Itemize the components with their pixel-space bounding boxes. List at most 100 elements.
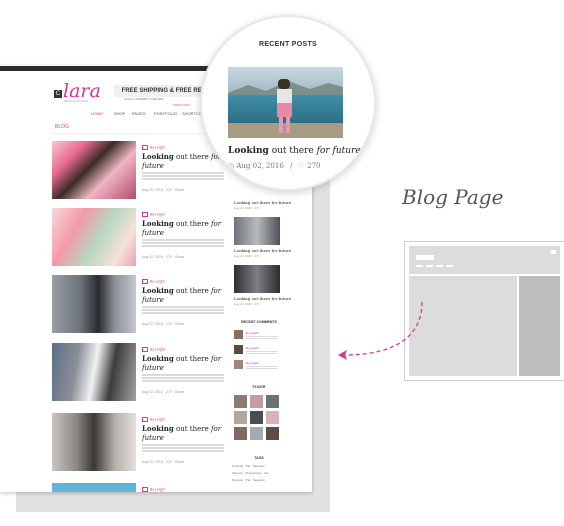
post-category[interactable]: By Leight: [142, 487, 165, 492]
flickr-photo[interactable]: [234, 411, 247, 424]
post-item[interactable]: By Leight: [52, 483, 227, 492]
breadcrumb[interactable]: BLOG: [55, 124, 69, 130]
post-thumbnail[interactable]: [52, 413, 136, 471]
page-label: Blog Page: [402, 185, 504, 209]
post-excerpt: [142, 444, 224, 446]
comment-text: [246, 351, 278, 352]
post-excerpt: [142, 172, 224, 174]
dashed-arrow: [338, 301, 423, 360]
post-item[interactable]: By Leight Looking out there for future Au…: [52, 343, 227, 401]
post-category[interactable]: By Leight: [142, 212, 165, 217]
folder-icon: [142, 347, 148, 352]
heart-icon[interactable]: ♡: [299, 162, 305, 170]
post-item[interactable]: By Leight Looking out there for future Au…: [52, 141, 227, 199]
post-thumbnail[interactable]: [52, 141, 136, 199]
featured-post-meta: ◷ Aug 02, 2016 / ♡ 270: [228, 162, 321, 170]
tag[interactable]: Prodotto: [232, 478, 243, 482]
folder-icon: [142, 417, 148, 422]
post-title[interactable]: Looking out there for future: [142, 354, 222, 373]
wireframe-nav-item: [436, 265, 443, 267]
folder-icon: [142, 487, 148, 492]
folder-icon: [142, 212, 148, 217]
flickr-heading: FLICKR: [252, 385, 266, 389]
clock-icon: ◷: [228, 162, 235, 170]
post-excerpt: [142, 306, 224, 308]
tag-row: Prodotto Pai Sigaretto: [232, 464, 265, 468]
tag[interactable]: Pai: [246, 464, 250, 468]
logo-tagline: SEW FASHION: [64, 99, 89, 103]
post-title[interactable]: Looking out there for future: [142, 152, 222, 171]
tag[interactable]: Sigaretto: [253, 464, 265, 468]
flickr-photo[interactable]: [250, 427, 263, 440]
wireframe-nav-item: [446, 265, 453, 267]
nav-item-portfolio[interactable]: PORTFOLIO: [154, 111, 177, 116]
flickr-photo[interactable]: [266, 395, 279, 408]
comment-text: [246, 366, 278, 367]
tag[interactable]: Ate: [264, 471, 269, 475]
post-thumbnail[interactable]: [52, 343, 136, 401]
recent-posts-heading: RECENT POSTS: [258, 41, 318, 48]
nav-item-shop[interactable]: SHOP: [114, 111, 125, 116]
wireframe-nav-item: [416, 265, 423, 267]
flickr-photo[interactable]: [234, 427, 247, 440]
nav-item-home[interactable]: HOME: [91, 111, 103, 116]
comment-item[interactable]: By Leight: [234, 330, 284, 342]
sidebar-post-meta: Aug 02, 2016 · 270: [234, 254, 260, 258]
sidebar-post-title[interactable]: Looking out there for future: [234, 296, 291, 301]
flickr-photo[interactable]: [266, 411, 279, 424]
post-thumbnail[interactable]: [52, 275, 136, 333]
sidebar-post-meta: Aug 02, 2016 · 270: [234, 206, 260, 210]
tag[interactable]: Prodotto: [232, 464, 243, 468]
avatar: [234, 330, 243, 339]
flickr-photo[interactable]: [250, 395, 263, 408]
flickr-photo[interactable]: [266, 427, 279, 440]
post-item[interactable]: By Leight Looking out there for future Au…: [52, 208, 227, 266]
tag[interactable]: Sigaretto: [253, 478, 265, 482]
post-thumbnail[interactable]: [52, 208, 136, 266]
post-category[interactable]: By Leight: [142, 279, 165, 284]
post-meta: Aug 02, 2016 · 270 · Share: [142, 460, 185, 464]
flickr-photo[interactable]: [234, 395, 247, 408]
flickr-gallery: [234, 395, 280, 441]
post-item[interactable]: By Leight Looking out there for future Au…: [52, 413, 227, 471]
folder-icon: [142, 279, 148, 284]
post-title[interactable]: Looking out there for future: [142, 286, 222, 305]
promo-link[interactable]: SHOP NOW: [173, 103, 190, 107]
wireframe-logo: [416, 255, 434, 260]
comment-author[interactable]: By Leight: [246, 331, 259, 335]
tag-row: Sitecore Proporzione Ate: [232, 471, 269, 475]
folder-icon: [142, 145, 148, 150]
flickr-photo[interactable]: [250, 411, 263, 424]
tag[interactable]: Proporzione: [246, 471, 262, 475]
recent-posts-magnifier: RECENT POSTS Looking out there for futur…: [200, 15, 376, 191]
recent-comments-heading: RECENT COMMENTS: [241, 320, 277, 324]
comment-item[interactable]: By Leight: [234, 345, 284, 357]
logo-mark: C: [54, 90, 62, 98]
featured-post-title[interactable]: Looking out there for future: [228, 146, 361, 156]
post-title[interactable]: Looking out there for future: [142, 424, 222, 443]
post-category[interactable]: By Leight: [142, 347, 165, 352]
comment-author[interactable]: By Leight: [246, 361, 259, 365]
post-meta: Aug 02, 2016 · 270 · Share: [142, 255, 185, 259]
post-title[interactable]: Looking out there for future: [142, 219, 222, 238]
post-item[interactable]: By Leight Looking out there for future Au…: [52, 275, 227, 333]
sidebar-post-title[interactable]: Looking out there for future: [234, 248, 291, 253]
wireframe-header: [409, 246, 560, 274]
comment-author[interactable]: By Leight: [246, 346, 259, 350]
sidebar-post-thumbnail[interactable]: [234, 217, 280, 245]
sidebar-post-thumbnail[interactable]: [234, 265, 280, 293]
post-meta: Aug 02, 2016 · 270 · Share: [142, 322, 185, 326]
post-category[interactable]: By Leight: [142, 145, 165, 150]
tags-heading: TAGS: [254, 456, 264, 460]
tag[interactable]: Sitecore: [232, 471, 243, 475]
nav-item-pages[interactable]: PAGES: [132, 111, 146, 116]
featured-post-image[interactable]: [228, 67, 343, 138]
sidebar-post-title[interactable]: Looking out there for future: [234, 200, 291, 205]
post-category[interactable]: By Leight: [142, 417, 165, 422]
promo-subtitle: ON ALL ORDERS OVER $99: [124, 97, 164, 101]
avatar: [234, 345, 243, 354]
post-date: Aug 02, 2016: [236, 162, 284, 170]
post-thumbnail[interactable]: [52, 483, 136, 492]
tag[interactable]: Pai: [246, 478, 250, 482]
comment-item[interactable]: By Leight: [234, 360, 284, 372]
